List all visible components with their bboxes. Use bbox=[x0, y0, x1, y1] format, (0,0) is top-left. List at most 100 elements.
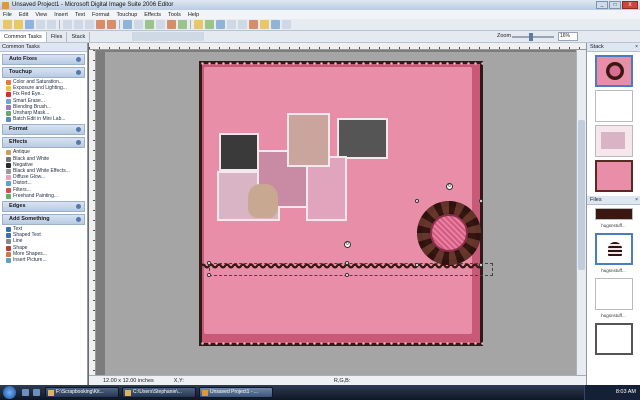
photo-dark-corner[interactable] bbox=[219, 133, 259, 171]
cut-icon[interactable] bbox=[63, 20, 72, 29]
resize-handle[interactable] bbox=[207, 261, 211, 265]
brush-tool-icon[interactable] bbox=[168, 32, 178, 41]
expand-icon[interactable] bbox=[76, 57, 81, 62]
taskbar-button-kit-folder[interactable]: F:\Scrapbooking\Kit... bbox=[45, 387, 119, 398]
resize-handle[interactable] bbox=[479, 263, 483, 267]
scrapbook-page[interactable]: ↻ ↻ bbox=[199, 61, 493, 346]
eraser-tool-icon[interactable] bbox=[177, 32, 187, 41]
expand-icon[interactable] bbox=[76, 127, 81, 133]
photo-baby-face[interactable] bbox=[287, 113, 330, 167]
tab-files[interactable]: Files bbox=[47, 31, 68, 42]
undo-icon[interactable] bbox=[96, 20, 105, 29]
rotate-icon[interactable] bbox=[156, 20, 165, 29]
section-auto-fixes[interactable]: Auto Fixes bbox=[2, 54, 85, 65]
layers-icon[interactable] bbox=[271, 20, 280, 29]
stack-thumb-photos[interactable] bbox=[594, 125, 633, 157]
effects-icon[interactable] bbox=[205, 20, 214, 29]
shape-icon[interactable] bbox=[178, 20, 187, 29]
taskbar-button-user-folder[interactable]: C:\Users\Stephanie\... bbox=[122, 387, 196, 398]
color-icon[interactable] bbox=[249, 20, 258, 29]
file-thumb-heart[interactable] bbox=[594, 233, 633, 265]
paste-icon[interactable] bbox=[85, 20, 94, 29]
flower-embellishment[interactable] bbox=[417, 201, 481, 265]
section-edges[interactable]: Edges bbox=[2, 201, 85, 213]
close-icon[interactable]: × bbox=[635, 43, 638, 52]
close-icon[interactable]: × bbox=[635, 196, 638, 205]
file-thumb-frame[interactable] bbox=[594, 323, 633, 355]
select-tool-icon[interactable] bbox=[141, 32, 151, 41]
redo-icon[interactable] bbox=[107, 20, 116, 29]
photo-gray[interactable] bbox=[337, 118, 388, 159]
menu-effects[interactable]: Effects bbox=[144, 12, 161, 18]
quick-launch-desktop-icon[interactable] bbox=[22, 389, 29, 396]
start-button[interactable] bbox=[3, 386, 16, 399]
resize-handle[interactable] bbox=[207, 273, 211, 277]
section-format[interactable]: Format bbox=[2, 124, 85, 136]
lasso-tool-icon[interactable] bbox=[150, 32, 160, 41]
section-effects[interactable]: Effects bbox=[2, 137, 85, 149]
filter-icon[interactable] bbox=[260, 20, 269, 29]
stack-thumb-paper[interactable] bbox=[594, 160, 633, 192]
rotate-handle-icon[interactable]: ↻ bbox=[344, 241, 351, 248]
email-icon[interactable] bbox=[47, 20, 56, 29]
expand-icon[interactable] bbox=[76, 204, 81, 210]
menu-touchup[interactable]: Touchup bbox=[116, 12, 137, 18]
print-icon[interactable] bbox=[36, 20, 45, 29]
add-insert-picture[interactable]: Insert Picture... bbox=[0, 257, 87, 264]
clock[interactable]: 8:03 AM bbox=[616, 389, 636, 395]
copy-icon[interactable] bbox=[74, 20, 83, 29]
help-icon[interactable] bbox=[282, 20, 291, 29]
blur-icon[interactable] bbox=[216, 20, 225, 29]
hand-tool-icon[interactable] bbox=[195, 32, 205, 41]
menu-tools[interactable]: Tools bbox=[168, 12, 181, 18]
file-thumb-partial[interactable] bbox=[594, 208, 633, 220]
stack-thumb-ribbon[interactable] bbox=[594, 90, 633, 122]
resize-icon[interactable] bbox=[145, 20, 154, 29]
magic-wand-icon[interactable] bbox=[159, 32, 169, 41]
menu-edit[interactable]: Edit bbox=[19, 12, 28, 18]
resize-handle[interactable] bbox=[415, 199, 419, 203]
collapse-icon[interactable] bbox=[76, 217, 81, 223]
brightness-icon[interactable] bbox=[194, 20, 203, 29]
vertical-scrollbar[interactable] bbox=[576, 50, 586, 378]
maximize-button[interactable]: □ bbox=[609, 1, 621, 9]
close-button[interactable]: X bbox=[622, 1, 638, 9]
section-touchup[interactable]: Touchup bbox=[2, 67, 85, 78]
new-icon[interactable] bbox=[3, 20, 12, 29]
stack-thumb-flower[interactable] bbox=[594, 55, 633, 87]
save-icon[interactable] bbox=[25, 20, 34, 29]
taskbar-button-editor[interactable]: Unsaved Project1 - ... bbox=[199, 387, 273, 398]
tab-common-tasks[interactable]: Common Tasks bbox=[0, 31, 47, 42]
crop-icon[interactable] bbox=[134, 20, 143, 29]
menu-file[interactable]: File bbox=[3, 12, 12, 18]
section-add-something[interactable]: Add Something bbox=[2, 214, 85, 226]
menu-format[interactable]: Format bbox=[92, 12, 109, 18]
resize-handle[interactable] bbox=[479, 199, 483, 203]
sharpen-icon[interactable] bbox=[238, 20, 247, 29]
clone-tool-icon[interactable] bbox=[186, 32, 196, 41]
pointer-tool-icon[interactable] bbox=[132, 32, 142, 41]
resize-handle[interactable] bbox=[345, 261, 349, 265]
file-thumb-ribbon[interactable] bbox=[594, 278, 633, 310]
collapse-icon[interactable] bbox=[76, 70, 81, 75]
adjust-icon[interactable] bbox=[227, 20, 236, 29]
zoom-slider[interactable] bbox=[512, 36, 554, 38]
zoom-value[interactable]: 16% bbox=[558, 32, 578, 41]
effect-freehand-painting[interactable]: Freehand Painting... bbox=[0, 193, 87, 199]
task-batch-edit[interactable]: Batch Edit in Mini Lab... bbox=[0, 116, 87, 123]
tab-stack[interactable]: Stack bbox=[67, 31, 91, 42]
quick-launch-browser-icon[interactable] bbox=[33, 389, 40, 396]
minimize-button[interactable]: _ bbox=[596, 1, 608, 9]
resize-handle[interactable] bbox=[415, 263, 419, 267]
scrollbar-thumb[interactable] bbox=[578, 120, 585, 270]
heart-icon[interactable] bbox=[167, 20, 176, 29]
menu-text[interactable]: Text bbox=[75, 12, 85, 18]
collapse-icon[interactable] bbox=[76, 140, 81, 146]
menu-view[interactable]: View bbox=[35, 12, 47, 18]
menu-insert[interactable]: Insert bbox=[54, 12, 68, 18]
resize-handle[interactable] bbox=[345, 273, 349, 277]
rotate-handle-icon[interactable]: ↻ bbox=[446, 183, 453, 190]
open-icon[interactable] bbox=[14, 20, 23, 29]
menu-help[interactable]: Help bbox=[188, 12, 199, 18]
text-icon[interactable] bbox=[123, 20, 132, 29]
